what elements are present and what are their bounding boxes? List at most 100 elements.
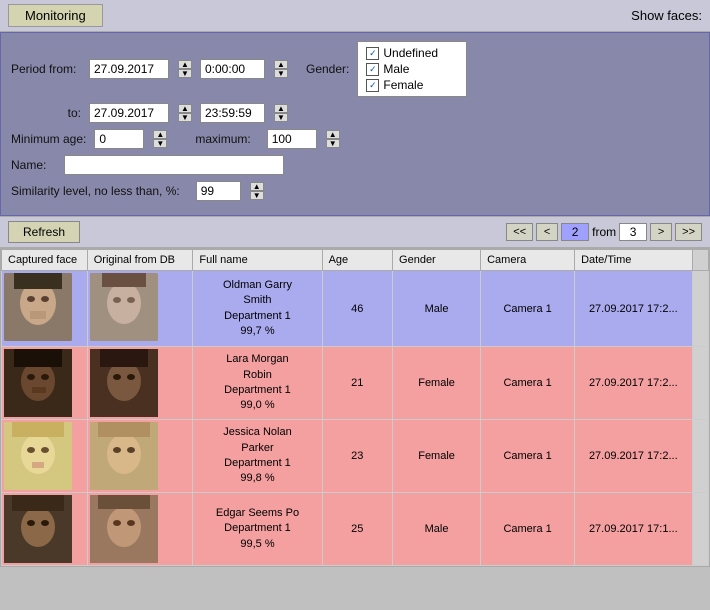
page-total-input[interactable] xyxy=(619,223,647,241)
gender-male-label: Male xyxy=(383,62,409,76)
th-original-db: Original from DB xyxy=(87,250,193,271)
time-from-spinner[interactable]: ▲ ▼ xyxy=(274,60,288,78)
time-to-spinner[interactable]: ▲ ▼ xyxy=(274,104,288,122)
max-age-spinner[interactable]: ▲ ▼ xyxy=(326,130,340,148)
cell-gender-4: Male xyxy=(393,493,481,566)
captured-face-image-3 xyxy=(4,422,72,490)
gender-female-label: Female xyxy=(383,78,423,92)
face-svg-4 xyxy=(4,495,72,563)
th-gender: Gender xyxy=(393,250,481,271)
page-current-input[interactable] xyxy=(561,223,589,241)
date-to-spinner[interactable]: ▲ ▼ xyxy=(178,104,192,122)
similarity-down[interactable]: ▼ xyxy=(250,191,264,200)
page-prev-button[interactable]: < xyxy=(536,223,558,241)
page-from-label: from xyxy=(592,225,616,239)
min-age-spinner[interactable]: ▲ ▼ xyxy=(153,130,167,148)
th-camera: Camera xyxy=(481,250,575,271)
cell-captured-face xyxy=(2,271,88,347)
to-label: to: xyxy=(11,106,81,120)
similarity-input[interactable] xyxy=(196,181,241,201)
max-age-label: maximum: xyxy=(195,132,250,146)
gender-label: Gender: xyxy=(306,62,349,76)
page-last-button[interactable]: >> xyxy=(675,223,702,241)
db-face-svg-4 xyxy=(90,495,158,563)
page-first-button[interactable]: << xyxy=(506,223,533,241)
captured-face-image-1 xyxy=(4,273,72,341)
date-to-up[interactable]: ▲ xyxy=(178,104,192,113)
time-to-down[interactable]: ▼ xyxy=(274,113,288,122)
date-from-down[interactable]: ▼ xyxy=(178,69,192,78)
gender-female-checkbox[interactable]: ✓ xyxy=(366,79,379,92)
cell-captured-face-2 xyxy=(2,347,88,420)
cell-full-name-3: Jessica NolanParkerDepartment 199,8 % xyxy=(193,420,322,493)
results-table: Captured face Original from DB Full name… xyxy=(1,249,709,566)
cell-camera-1: Camera 1 xyxy=(481,271,575,347)
cell-camera-4: Camera 1 xyxy=(481,493,575,566)
similarity-row: Similarity level, no less than, %: ▲ ▼ xyxy=(11,181,699,201)
date-from-up[interactable]: ▲ xyxy=(178,60,192,69)
cell-scroll-4 xyxy=(692,493,709,566)
db-face-image-4 xyxy=(90,495,158,563)
cell-original-db-4 xyxy=(87,493,193,566)
cell-datetime-4: 27.09.2017 17:1... xyxy=(575,493,692,566)
cell-age-1: 46 xyxy=(322,271,392,347)
table-row[interactable]: Lara MorganRobinDepartment 199,0 % 21 Fe… xyxy=(2,347,709,420)
table-row[interactable]: Oldman GarrySmithDepartment 199,7 % 46 M… xyxy=(2,271,709,347)
max-age-up[interactable]: ▲ xyxy=(326,130,340,139)
similarity-up[interactable]: ▲ xyxy=(250,182,264,191)
th-datetime: Date/Time xyxy=(575,250,692,271)
gender-undefined-label: Undefined xyxy=(383,46,438,60)
filter-panel: Period from: ▲ ▼ ▲ ▼ Gender: ✓ Undefined… xyxy=(0,32,710,216)
cell-gender-1: Male xyxy=(393,271,481,347)
min-age-label: Minimum age: xyxy=(11,132,86,146)
cell-camera-3: Camera 1 xyxy=(481,420,575,493)
cell-original-db xyxy=(87,271,193,347)
date-from-spinner[interactable]: ▲ ▼ xyxy=(178,60,192,78)
db-face-svg-2 xyxy=(90,349,158,417)
table-row[interactable]: Jessica NolanParkerDepartment 199,8 % 23… xyxy=(2,420,709,493)
gender-male[interactable]: ✓ Male xyxy=(366,62,458,76)
db-face-svg-3 xyxy=(90,422,158,490)
th-age: Age xyxy=(322,250,392,271)
max-age-down[interactable]: ▼ xyxy=(326,139,340,148)
min-age-down[interactable]: ▼ xyxy=(153,139,167,148)
face-svg-2 xyxy=(4,349,72,417)
name-label: Name: xyxy=(11,158,56,172)
min-age-up[interactable]: ▲ xyxy=(153,130,167,139)
cell-datetime-1: 27.09.2017 17:2... xyxy=(575,271,692,347)
time-from-down[interactable]: ▼ xyxy=(274,69,288,78)
table-row[interactable]: Edgar Seems PoDepartment 199,5 % 25 Male… xyxy=(2,493,709,566)
age-row: Minimum age: ▲ ▼ maximum: ▲ ▼ xyxy=(11,129,699,149)
action-bar: Refresh << < from > >> xyxy=(0,216,710,248)
db-face-image-2 xyxy=(90,349,158,417)
cell-full-name-4: Edgar Seems PoDepartment 199,5 % xyxy=(193,493,322,566)
max-age-input[interactable] xyxy=(267,129,317,149)
to-row: to: ▲ ▼ ▲ ▼ xyxy=(11,103,699,123)
cell-scroll-2 xyxy=(692,347,709,420)
gender-undefined-checkbox[interactable]: ✓ xyxy=(366,47,379,60)
cell-scroll-1 xyxy=(692,271,709,347)
gender-undefined[interactable]: ✓ Undefined xyxy=(366,46,458,60)
refresh-button[interactable]: Refresh xyxy=(8,221,80,243)
db-face-svg-1 xyxy=(90,273,158,341)
date-to-down[interactable]: ▼ xyxy=(178,113,192,122)
th-full-name: Full name xyxy=(193,250,322,271)
date-to-input[interactable] xyxy=(89,103,169,123)
min-age-input[interactable] xyxy=(94,129,144,149)
date-from-input[interactable] xyxy=(89,59,169,79)
time-to-input[interactable] xyxy=(200,103,265,123)
show-faces-label: Show faces: xyxy=(631,8,702,23)
name-input[interactable] xyxy=(64,155,284,175)
page-next-button[interactable]: > xyxy=(650,223,672,241)
gender-male-checkbox[interactable]: ✓ xyxy=(366,63,379,76)
cell-captured-face-4 xyxy=(2,493,88,566)
cell-gender-3: Female xyxy=(393,420,481,493)
time-to-up[interactable]: ▲ xyxy=(274,104,288,113)
similarity-label: Similarity level, no less than, %: xyxy=(11,184,180,198)
time-from-input[interactable] xyxy=(200,59,265,79)
similarity-spinner[interactable]: ▲ ▼ xyxy=(250,182,264,200)
gender-female[interactable]: ✓ Female xyxy=(366,78,458,92)
time-from-up[interactable]: ▲ xyxy=(274,60,288,69)
title-bar: Monitoring Show faces: xyxy=(0,0,710,32)
cell-age-4: 25 xyxy=(322,493,392,566)
